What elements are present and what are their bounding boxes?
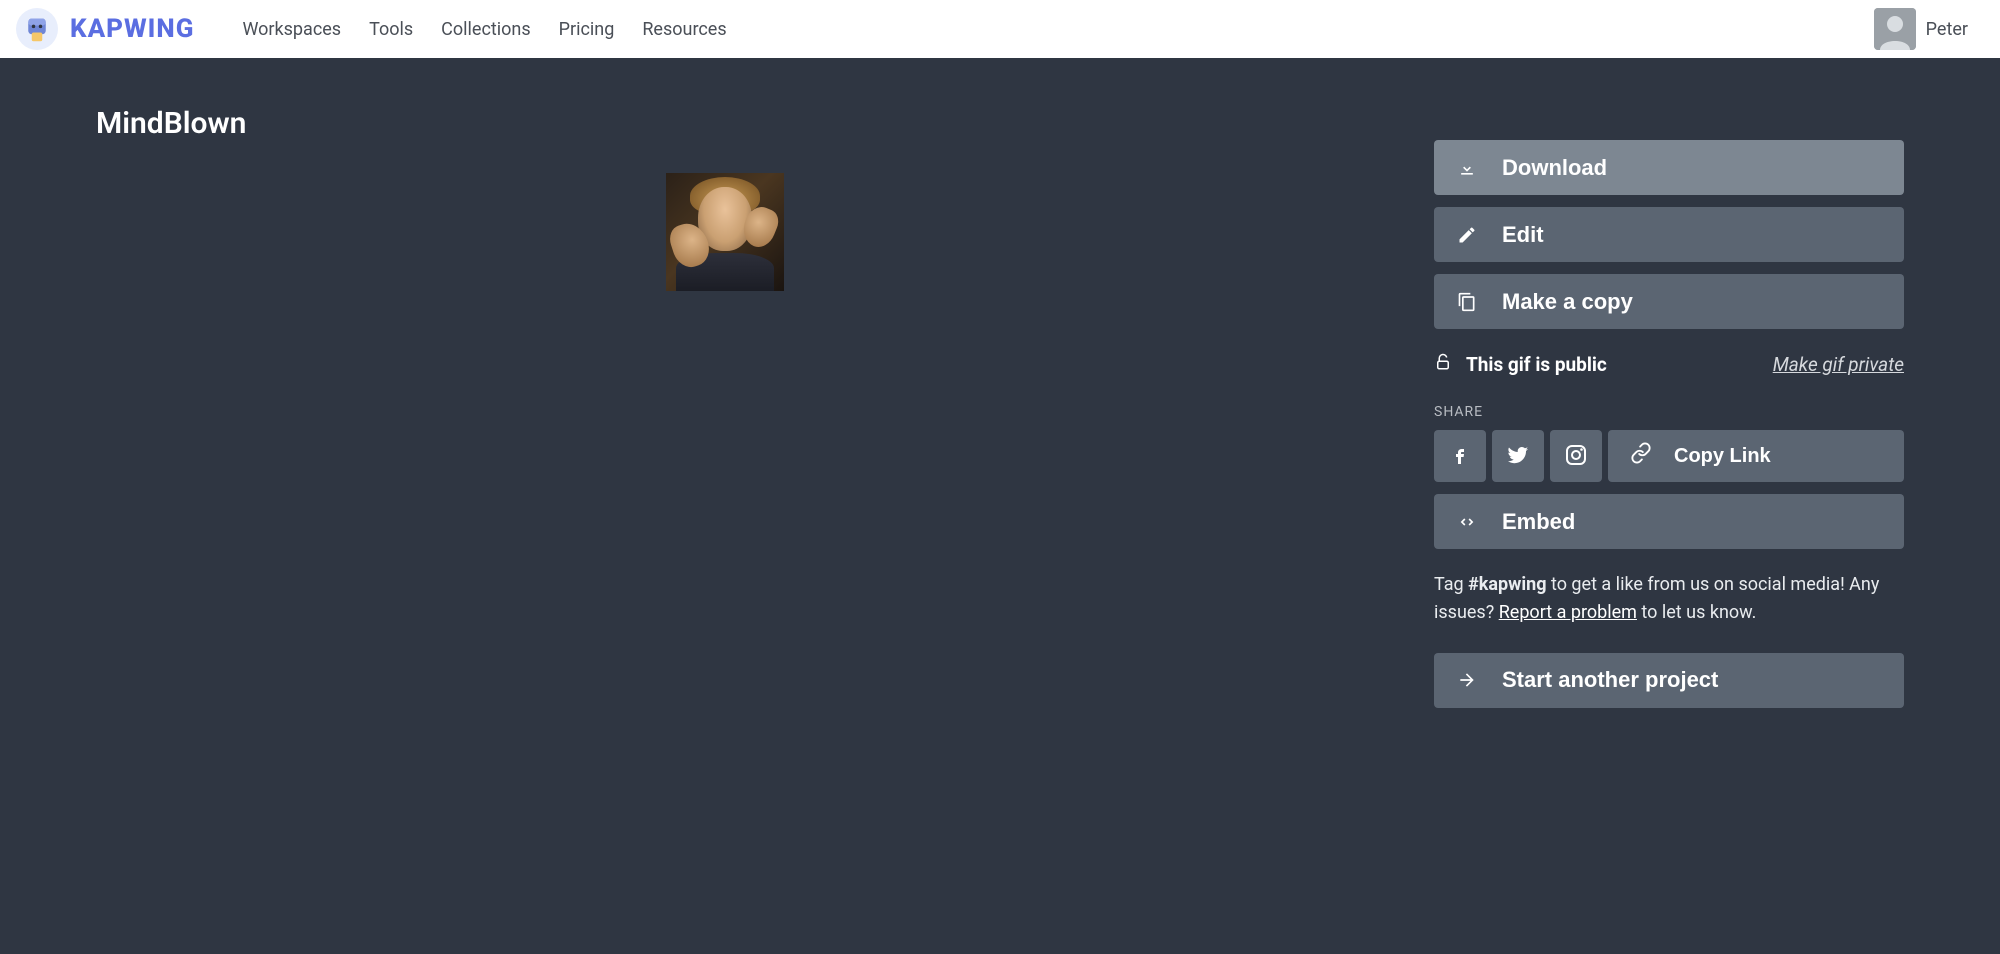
edit-label: Edit: [1502, 222, 1544, 248]
user-menu[interactable]: Peter: [1874, 8, 1984, 50]
download-icon: [1456, 158, 1478, 178]
share-label: SHARE: [1434, 404, 1904, 420]
unlock-icon: [1434, 353, 1452, 376]
download-label: Download: [1502, 155, 1607, 181]
tagline: Tag #kapwing to get a like from us on so…: [1434, 571, 1904, 627]
avatar: [1874, 8, 1916, 50]
header: KAPWING Workspaces Tools Collections Pri…: [0, 0, 2000, 58]
share-facebook[interactable]: [1434, 430, 1486, 482]
twitter-icon: [1506, 443, 1530, 470]
link-icon: [1630, 442, 1652, 470]
brand-block[interactable]: KAPWING: [16, 8, 194, 50]
top-nav: Workspaces Tools Collections Pricing Res…: [242, 19, 726, 40]
share-instagram[interactable]: [1550, 430, 1602, 482]
arrow-right-icon: [1456, 670, 1478, 690]
code-icon: [1456, 512, 1478, 532]
make-copy-label: Make a copy: [1502, 289, 1633, 315]
copy-link-label: Copy Link: [1674, 445, 1771, 468]
start-another-label: Start another project: [1502, 667, 1718, 693]
copy-link-button[interactable]: Copy Link: [1608, 430, 1904, 482]
embed-label: Embed: [1502, 509, 1575, 535]
logo-icon: [16, 8, 58, 50]
nav-collections[interactable]: Collections: [441, 19, 530, 40]
main: MindBlown Download Edit: [0, 58, 2000, 954]
facebook-icon: [1448, 443, 1472, 470]
left-column: MindBlown: [96, 106, 1354, 894]
share-row: Copy Link: [1434, 430, 1904, 482]
hashtag: #kapwing: [1468, 574, 1546, 595]
pencil-icon: [1456, 225, 1478, 245]
nav-tools[interactable]: Tools: [369, 19, 413, 40]
make-private-link[interactable]: Make gif private: [1773, 353, 1904, 376]
project-title: MindBlown: [96, 106, 1354, 141]
nav-pricing[interactable]: Pricing: [559, 19, 615, 40]
nav-workspaces[interactable]: Workspaces: [242, 19, 341, 40]
start-another-button[interactable]: Start another project: [1434, 653, 1904, 708]
make-copy-button[interactable]: Make a copy: [1434, 274, 1904, 329]
username: Peter: [1926, 19, 1968, 40]
copy-icon: [1456, 292, 1478, 312]
report-problem-link[interactable]: Report a problem: [1499, 602, 1637, 623]
embed-button[interactable]: Embed: [1434, 494, 1904, 549]
visibility-row: This gif is public Make gif private: [1434, 353, 1904, 376]
edit-button[interactable]: Edit: [1434, 207, 1904, 262]
nav-resources[interactable]: Resources: [642, 19, 726, 40]
download-button[interactable]: Download: [1434, 140, 1904, 195]
instagram-icon: [1564, 443, 1588, 470]
share-twitter[interactable]: [1492, 430, 1544, 482]
project-preview[interactable]: [666, 173, 784, 291]
right-column: Download Edit Make a copy This gif is pu…: [1434, 140, 1904, 894]
visibility-text: This gif is public: [1466, 353, 1607, 376]
brand-text: KAPWING: [70, 14, 194, 44]
